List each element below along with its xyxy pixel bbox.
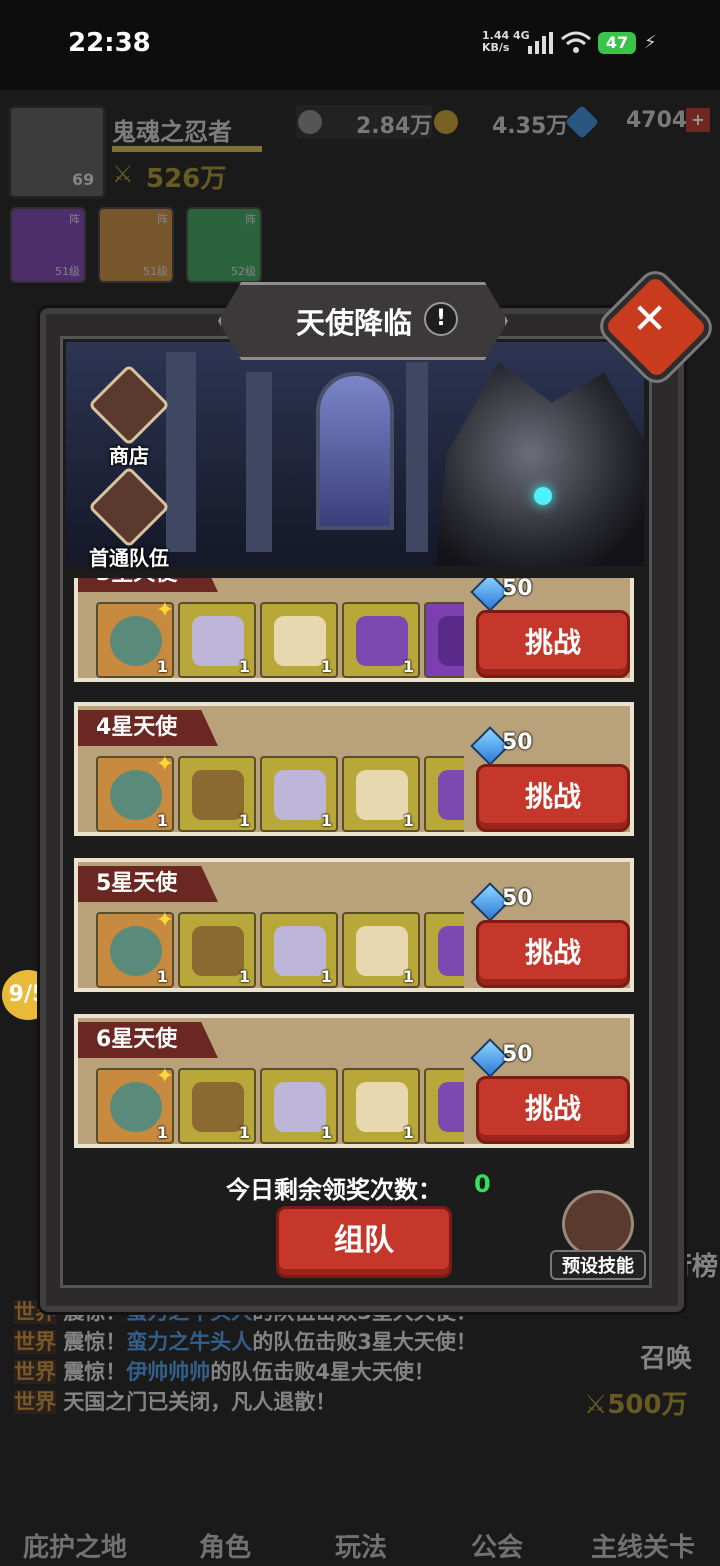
reward-item: 1: [178, 602, 256, 678]
nav-main-stage[interactable]: 主线关卡: [578, 1430, 708, 1566]
signal-icon: [528, 32, 553, 54]
reward-item: 1: [260, 602, 338, 678]
reward-item: 1: [342, 912, 420, 988]
stage-entry: 5星天使 ✦1 1 1 1 1 50 挑战: [74, 858, 634, 992]
stage-list[interactable]: 3星天使 ✦1 1 1 1 1 50 挑战 4星天使 ✦1 1 1 1 1 50…: [66, 578, 644, 1160]
chat-line: 世界 震惊！伊帅帅帅的队伍击败4星大天使！: [14, 1360, 435, 1384]
star-icon: ✦: [155, 1068, 174, 1089]
stage-cost: 50: [502, 578, 533, 601]
exp-bar: [112, 146, 262, 152]
team-button[interactable]: 组队: [276, 1206, 452, 1278]
reward-item: 1: [424, 912, 464, 988]
nav-guild[interactable]: 公会: [432, 1430, 562, 1566]
stage-cost: 50: [502, 1042, 533, 1067]
gold-amount: 4.35万: [492, 114, 569, 139]
angel-boss-art: [436, 362, 644, 566]
swords-icon: ⚔: [112, 160, 134, 188]
nav-role[interactable]: 角色: [160, 1430, 290, 1566]
reward-items: ✦1 1 1 1 1: [96, 602, 464, 678]
close-icon[interactable]: ✕: [632, 294, 667, 343]
reward-item: 1: [178, 756, 256, 832]
reward-item: 1: [342, 602, 420, 678]
first-clear-button[interactable]: 首通队伍: [80, 465, 178, 571]
reward-item: 1: [342, 1068, 420, 1144]
reward-item: ✦ 1: [96, 1068, 174, 1144]
player-power: 526万: [146, 164, 227, 194]
star-icon: ✦: [155, 912, 174, 933]
chat-line: 世界 天国之门已关闭，凡人退散！: [14, 1390, 337, 1414]
remaining-count: 0: [474, 1170, 491, 1198]
shop-button[interactable]: 商店: [86, 363, 172, 469]
reward-item: 1: [424, 602, 464, 678]
remaining-label: 今日剩余领奖次数：: [226, 1176, 442, 1204]
charging-icon: ⚡: [644, 32, 657, 53]
stage-name: 3星天使: [78, 578, 218, 592]
network-speed: 1.44 4G KB/s: [482, 29, 530, 54]
player-level: 69: [72, 170, 95, 189]
reward-item: 1: [424, 756, 464, 832]
reward-items: ✦1 1 1 1 1: [96, 912, 464, 988]
challenge-button[interactable]: 挑战: [476, 920, 630, 988]
reward-item: 1: [178, 1068, 256, 1144]
team-power: ⚔500万: [584, 1390, 688, 1420]
gold-coin-icon: [434, 110, 458, 134]
challenge-button[interactable]: 挑战: [476, 764, 630, 832]
nav-home[interactable]: 庇护之地: [10, 1430, 140, 1566]
reward-item: 1: [424, 1068, 464, 1144]
challenge-button[interactable]: 挑战: [476, 1076, 630, 1144]
star-icon: ✦: [155, 602, 174, 623]
chat-line: 世界 震惊！蛮力之牛头人的队伍击败3星大天使！: [14, 1330, 477, 1354]
trophy-icon: [87, 465, 171, 549]
battery-indicator: 47: [598, 32, 636, 54]
wifi-icon: [561, 31, 591, 53]
shop-icon: [87, 363, 171, 447]
reward-items: ✦1 1 1 1 1: [96, 1068, 464, 1144]
stage-name: 5星天使: [78, 866, 218, 902]
hero-card[interactable]: 51级阵: [98, 207, 174, 283]
reward-item: 1: [260, 1068, 338, 1144]
player-name: 鬼魂之忍者: [112, 118, 232, 146]
info-icon[interactable]: !: [424, 302, 458, 336]
stage-name: 6星天使: [78, 1022, 218, 1058]
boss-eye: [534, 487, 552, 505]
reward-item: ✦ 1: [96, 756, 174, 832]
add-diamond-button[interactable]: +: [686, 108, 710, 132]
stage-cost: 50: [502, 886, 533, 911]
stage-entry: 6星天使 ✦1 1 1 1 1 50 挑战: [74, 1014, 634, 1148]
reward-item: ✦ 1: [96, 602, 174, 678]
summon-label[interactable]: 召唤: [640, 1338, 692, 1375]
reward-item: 1: [342, 756, 420, 832]
silver-amount: 2.84万: [356, 114, 433, 139]
status-time: 22:38: [68, 28, 151, 58]
stage-entry: 3星天使 ✦1 1 1 1 1 50 挑战: [74, 578, 634, 682]
hero-card[interactable]: 52级阵: [186, 207, 262, 283]
preset-skill-button[interactable]: 预设技能: [550, 1190, 646, 1280]
stage-cost: 50: [502, 730, 533, 755]
reward-item: 1: [178, 912, 256, 988]
diamond-amount: 4704: [626, 108, 688, 133]
nav-play[interactable]: 玩法: [296, 1430, 426, 1566]
challenge-button[interactable]: 挑战: [476, 610, 630, 678]
reward-items: ✦1 1 1 1 1: [96, 756, 464, 832]
reward-item: ✦ 1: [96, 912, 174, 988]
stage-entry: 4星天使 ✦1 1 1 1 1 50 挑战: [74, 702, 634, 836]
silver-coin-icon: [298, 110, 322, 134]
skill-book-icon: [562, 1190, 634, 1258]
star-icon: ✦: [155, 756, 174, 777]
reward-item: 1: [260, 756, 338, 832]
reward-item: 1: [260, 912, 338, 988]
hero-card[interactable]: 51级阵: [10, 207, 86, 283]
stage-name: 4星天使: [78, 710, 218, 746]
modal-title: 天使降临: [296, 306, 413, 340]
